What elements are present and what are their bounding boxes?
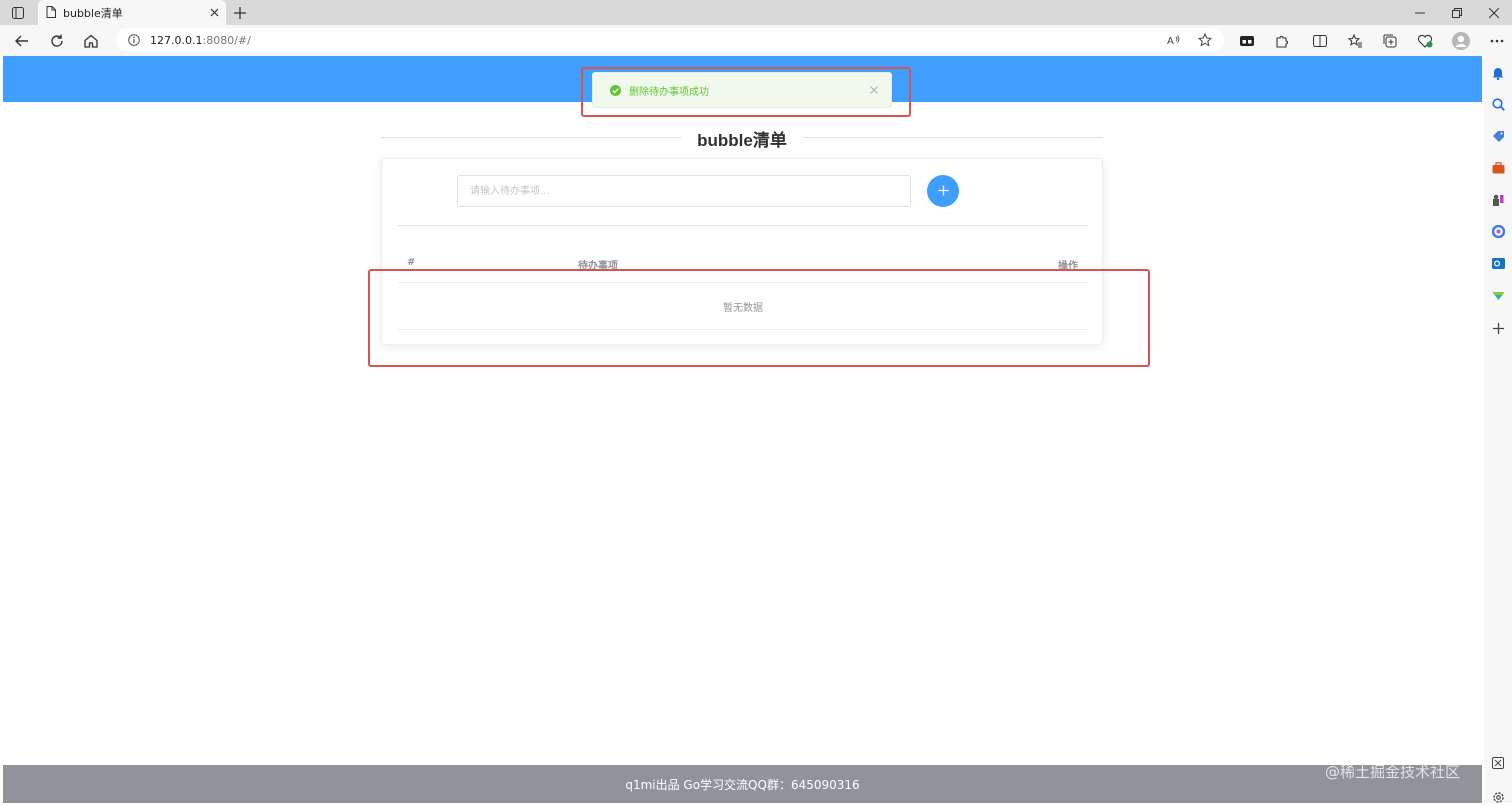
shopping-tag-icon[interactable] bbox=[1489, 127, 1507, 145]
tab-title: bubble清单 bbox=[63, 6, 123, 20]
back-icon[interactable] bbox=[11, 30, 33, 52]
browser-tab-active[interactable]: bubble清单 bbox=[38, 0, 226, 25]
browser-tab-strip: bubble清单 bbox=[0, 0, 1512, 25]
browser-toolbar: 127.0.0.1:8080/#/ A bbox=[0, 25, 1512, 56]
profile-avatar-icon[interactable] bbox=[1450, 30, 1472, 52]
watermark-text: @稀土掘金技术社区 bbox=[1325, 763, 1461, 781]
page-title-text: bubble清单 bbox=[681, 131, 803, 150]
more-menu-icon[interactable] bbox=[1486, 30, 1508, 52]
microsoft-365-icon[interactable] bbox=[1489, 222, 1507, 240]
footer-text: q1mi出品 Go学习交流QQ群：645090316 bbox=[625, 777, 860, 792]
highlight-box-table bbox=[368, 269, 1150, 367]
minimize-icon[interactable] bbox=[1401, 0, 1438, 25]
drop-icon[interactable] bbox=[1489, 286, 1507, 304]
split-screen-icon[interactable] bbox=[1309, 30, 1331, 52]
browser-essentials-icon[interactable] bbox=[1414, 30, 1436, 52]
add-sidebar-app-icon[interactable] bbox=[1489, 319, 1507, 337]
add-todo-button[interactable] bbox=[927, 175, 959, 207]
restore-icon[interactable] bbox=[1438, 0, 1475, 25]
reload-icon[interactable] bbox=[46, 30, 68, 52]
extensions-puzzle-icon[interactable] bbox=[1271, 30, 1293, 52]
plus-icon bbox=[938, 184, 949, 199]
page-title: bubble清单 bbox=[381, 126, 1103, 151]
outlook-icon[interactable] bbox=[1489, 254, 1507, 272]
tab-actions-icon[interactable] bbox=[8, 4, 28, 22]
highlight-box-message bbox=[581, 67, 911, 117]
hide-sidebar-icon[interactable] bbox=[1489, 754, 1507, 772]
page-title-row: bubble清单 bbox=[381, 126, 1103, 150]
extension-icon[interactable] bbox=[1236, 30, 1258, 52]
address-bar[interactable]: 127.0.0.1:8080/#/ A bbox=[116, 28, 1224, 52]
home-icon[interactable] bbox=[80, 30, 102, 52]
url-path: :8080/#/ bbox=[202, 33, 251, 47]
page-viewport: 删除待办事项成功 bubble清单 # 待办事项 操作 暂无数据 q1mi出品 … bbox=[3, 56, 1482, 803]
games-icon[interactable] bbox=[1489, 191, 1507, 209]
sidebar-settings-icon[interactable] bbox=[1489, 788, 1507, 806]
tools-briefcase-icon[interactable] bbox=[1489, 159, 1507, 177]
url-text: 127.0.0.1:8080/#/ bbox=[150, 34, 251, 47]
site-info-icon[interactable] bbox=[128, 31, 140, 50]
bell-icon[interactable] bbox=[1489, 64, 1507, 82]
svg-text:A: A bbox=[1167, 36, 1174, 46]
todo-input[interactable] bbox=[457, 175, 911, 207]
column-header-index: # bbox=[407, 257, 416, 268]
close-window-icon[interactable] bbox=[1475, 0, 1512, 25]
url-host: 127.0.0.1 bbox=[150, 33, 203, 47]
page-footer: q1mi出品 Go学习交流QQ群：645090316 bbox=[3, 765, 1482, 803]
collections-icon[interactable] bbox=[1379, 30, 1401, 52]
card-divider bbox=[398, 225, 1088, 226]
favorites-icon[interactable] bbox=[1344, 30, 1366, 52]
page-icon bbox=[46, 3, 56, 22]
window-controls bbox=[1401, 0, 1512, 25]
browser-sidebar bbox=[1484, 56, 1512, 803]
tab-close-icon[interactable] bbox=[206, 5, 222, 21]
search-icon[interactable] bbox=[1489, 95, 1507, 113]
new-tab-icon[interactable] bbox=[231, 4, 249, 22]
read-aloud-icon[interactable]: A bbox=[1163, 28, 1185, 52]
favorite-star-icon[interactable] bbox=[1194, 28, 1216, 52]
